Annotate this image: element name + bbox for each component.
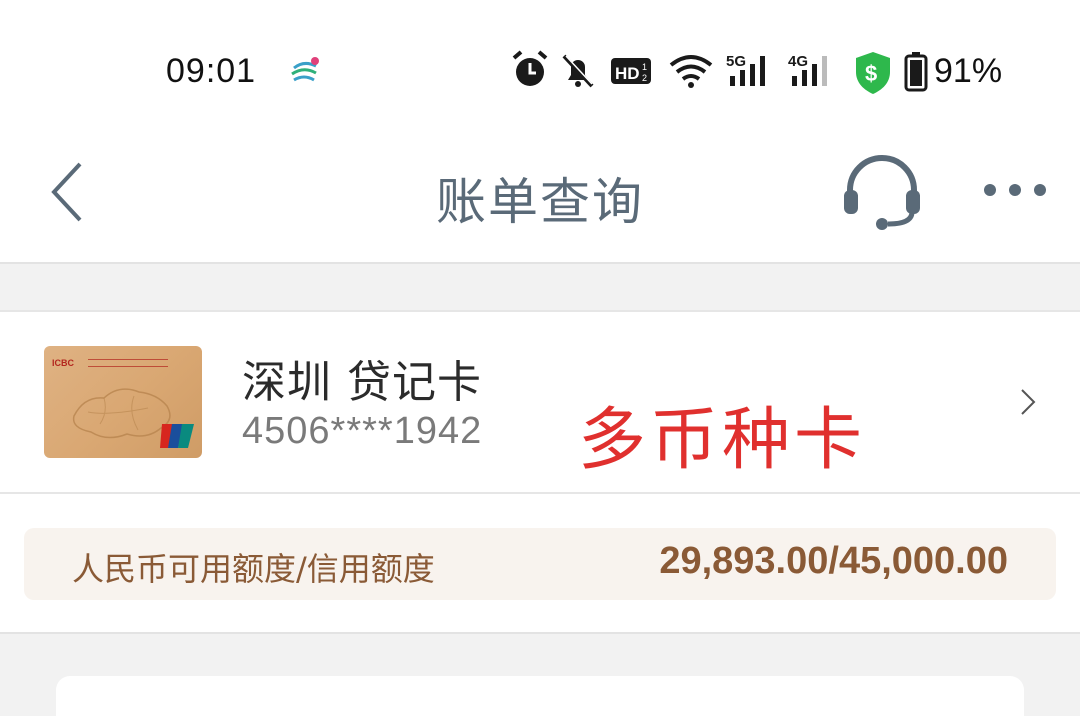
card-number: 4506****1942: [242, 410, 483, 452]
alarm-icon: [512, 50, 548, 86]
more-dots-icon[interactable]: [980, 180, 1050, 200]
card-selector-row[interactable]: ICBC 深圳 贷记卡 4506****1942 多币种卡: [0, 310, 1080, 494]
svg-text:2: 2: [642, 73, 647, 83]
unionpay-logo-icon: [160, 424, 194, 448]
headset-icon[interactable]: [842, 154, 922, 230]
credit-limit-section: 人民币可用额度/信用额度 29,893.00/45,000.00: [0, 494, 1080, 634]
security-shield-icon: $: [856, 52, 890, 94]
credit-limit-value: 29,893.00/45,000.00: [659, 540, 1008, 582]
credit-limit-box: 人民币可用额度/信用额度 29,893.00/45,000.00: [24, 528, 1056, 600]
wifi-icon: [669, 55, 713, 88]
svg-text:4G: 4G: [788, 53, 808, 70]
svg-text:5G: 5G: [726, 53, 746, 70]
card-bank-name-line: [88, 359, 168, 367]
card-name: 深圳 贷记卡: [242, 357, 482, 408]
card-bank-code: ICBC: [52, 358, 74, 368]
svg-text:HD: HD: [615, 64, 640, 83]
nav-bar: 账单查询: [0, 130, 1080, 264]
credit-limit-label: 人民币可用额度/信用额度: [72, 550, 435, 588]
battery-icon: [904, 52, 928, 92]
carrier-icon: [291, 57, 319, 82]
battery-percent: 91%: [934, 52, 1003, 90]
card-annotation: 多币种卡: [578, 401, 867, 480]
status-bar: 09:01 HD 1 2 5G 4G $ 91%: [0, 0, 1080, 130]
signal-5g-icon: 5G: [726, 53, 765, 86]
signal-4g-icon: 4G: [788, 53, 827, 86]
bottom-card-edge: [56, 676, 1024, 716]
status-time: 09:01: [166, 52, 257, 90]
mute-icon: [562, 54, 594, 88]
svg-text:$: $: [865, 61, 877, 86]
chevron-right-icon: [1021, 389, 1036, 415]
svg-text:1: 1: [642, 62, 647, 72]
card-thumbnail: ICBC: [44, 346, 202, 458]
hd-icon: HD 1 2: [611, 58, 651, 84]
